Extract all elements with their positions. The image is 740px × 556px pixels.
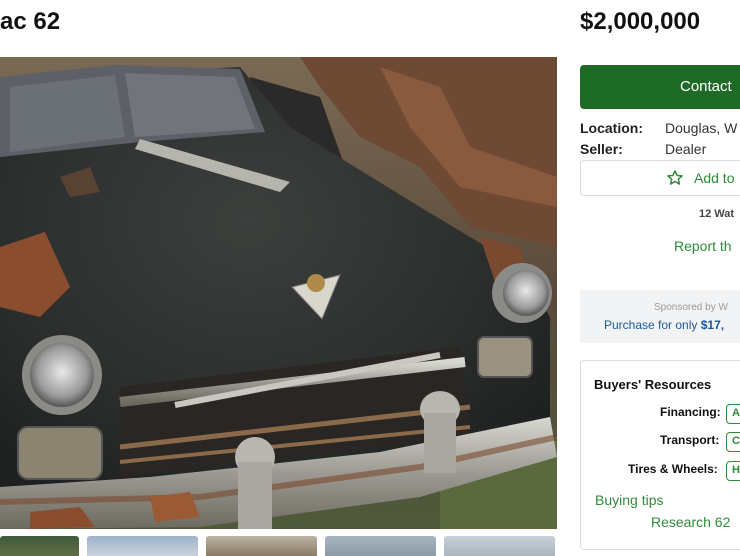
buyers-resources-panel: Buyers' Resources Financing: A Transport… — [580, 360, 740, 550]
add-to-watchlist-button[interactable]: Add to — [580, 160, 740, 196]
thumbnail-2[interactable] — [87, 536, 198, 556]
thumbnail-strip — [0, 536, 557, 556]
listing-price: $2,000,000 — [580, 8, 701, 35]
seller-value: Dealer — [665, 141, 707, 157]
sponsored-note: Sponsored by W — [654, 302, 728, 313]
buying-tips-link[interactable]: Buying tips — [595, 492, 663, 508]
tires-wheels-button[interactable]: H — [726, 461, 740, 481]
main-photo[interactable] — [0, 57, 557, 529]
location-row: Location: Douglas, W — [580, 120, 737, 136]
contact-button[interactable]: Contact — [580, 65, 740, 109]
transport-button[interactable]: C — [726, 432, 740, 452]
buyers-resources-title: Buyers' Resources — [594, 377, 712, 392]
location-value: Douglas, W — [665, 120, 738, 136]
purchase-offer-link[interactable]: Purchase for only $17, — [604, 318, 724, 332]
research-link[interactable]: Research 62 — [651, 514, 730, 530]
sponsored-financing-box: Sponsored by W Purchase for only $17, — [580, 290, 740, 343]
purchase-offer-prefix: Purchase for only — [604, 318, 701, 332]
financing-button[interactable]: A — [726, 404, 740, 424]
add-to-watchlist-label: Add to — [694, 170, 735, 186]
financing-label: Financing: — [660, 405, 721, 419]
purchase-offer-amount: $17, — [700, 318, 725, 332]
thumbnail-4[interactable] — [325, 536, 436, 556]
star-outline-icon — [667, 170, 683, 185]
watchers-count: 12 Wat — [699, 208, 735, 220]
thumbnail-1[interactable] — [0, 536, 79, 556]
tires-wheels-label: Tires & Wheels: — [628, 462, 718, 476]
car-photo-image — [0, 57, 557, 529]
thumbnail-3[interactable] — [206, 536, 317, 556]
transport-label: Transport: — [660, 433, 720, 447]
seller-label: Seller: — [580, 141, 623, 157]
location-label: Location: — [580, 120, 643, 136]
seller-row: Seller: Dealer — [580, 141, 706, 157]
listing-title: ac 62 — [0, 8, 61, 35]
report-listing-link[interactable]: Report th — [674, 238, 732, 254]
thumbnail-5[interactable] — [444, 536, 555, 556]
